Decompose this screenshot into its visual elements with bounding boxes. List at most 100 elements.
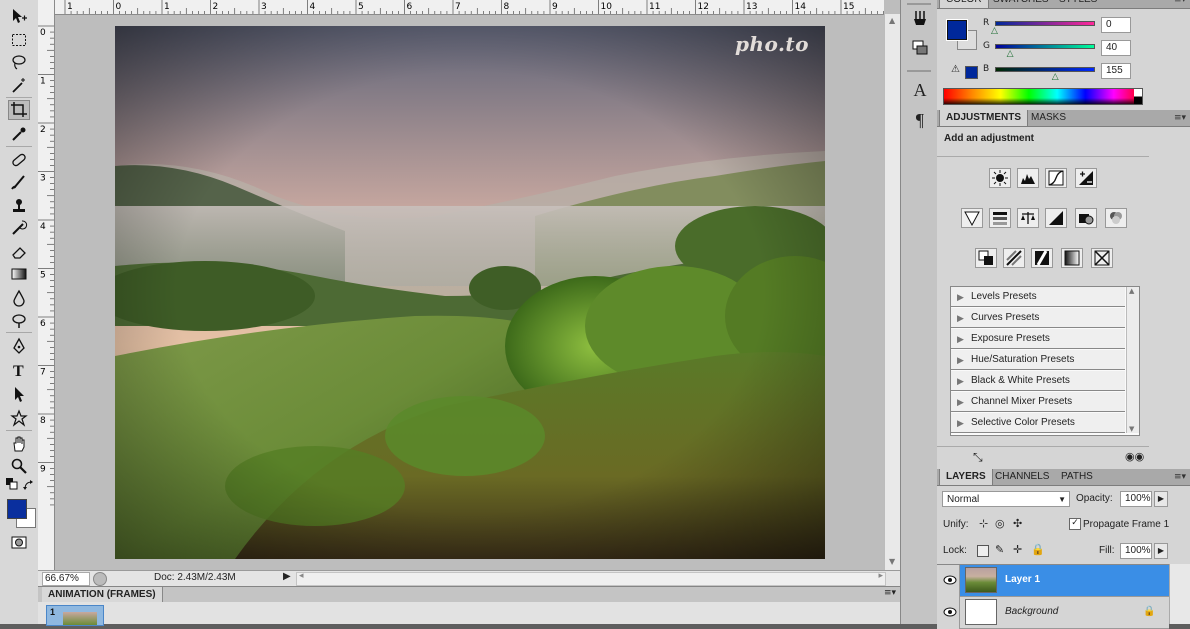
layer-row-background[interactable]: Background 🔒 xyxy=(937,597,1169,629)
character-panel-icon[interactable]: A xyxy=(909,80,931,100)
expand-triangle-icon[interactable]: ▶ xyxy=(957,329,964,349)
color-balance-icon[interactable] xyxy=(1017,208,1039,228)
tab-masks[interactable]: MASKS xyxy=(1025,110,1072,126)
tab-styles[interactable]: STYLES xyxy=(1053,0,1103,8)
expand-triangle-icon[interactable]: ▶ xyxy=(957,413,964,433)
b-slider[interactable] xyxy=(995,67,1095,72)
type-tool-icon[interactable]: T xyxy=(8,360,30,380)
exposure-icon[interactable] xyxy=(1075,168,1097,188)
swap-colors-icon[interactable] xyxy=(23,480,35,492)
expand-triangle-icon[interactable]: ▶ xyxy=(957,287,964,307)
photo-filter-icon[interactable] xyxy=(1075,208,1097,228)
color-panel-menu-icon[interactable]: ≡▾ xyxy=(1174,0,1186,5)
gamut-swatch[interactable] xyxy=(965,66,978,79)
healing-brush-tool-icon[interactable] xyxy=(8,150,30,170)
hue-saturation-icon[interactable] xyxy=(989,208,1011,228)
brightness-contrast-icon[interactable] xyxy=(989,168,1011,188)
zoom-level-field[interactable]: 66.67% xyxy=(42,572,90,586)
tab-paths[interactable]: PATHS xyxy=(1055,469,1099,485)
preset-curves[interactable]: ▶ Curves Presets xyxy=(951,308,1125,328)
lock-image-icon[interactable]: ✎ xyxy=(995,543,1004,556)
propagate-frame-checkbox[interactable]: ✓ xyxy=(1069,518,1081,530)
quick-mask-icon[interactable] xyxy=(8,532,30,552)
posterize-icon[interactable] xyxy=(1003,248,1025,268)
paragraph-panel-icon[interactable]: ¶ xyxy=(909,110,931,130)
curves-icon[interactable] xyxy=(1045,168,1067,188)
horizontal-ruler[interactable]: 1 0 1 2 3 4 5 6 7 8 9 10 11 12 13 14 15 xyxy=(55,0,884,15)
scroll-right-icon[interactable]: ▸ xyxy=(878,571,883,581)
status-info-icon[interactable] xyxy=(93,572,107,586)
tab-adjustments[interactable]: ADJUSTMENTS xyxy=(939,110,1029,126)
blur-tool-icon[interactable] xyxy=(8,288,30,308)
tab-swatches[interactable]: SWATCHES xyxy=(987,0,1055,8)
magic-wand-tool-icon[interactable] xyxy=(8,76,30,96)
layers-panel-menu-icon[interactable]: ≡▾ xyxy=(1174,472,1186,482)
hand-tool-icon[interactable] xyxy=(8,434,30,454)
invert-icon[interactable] xyxy=(975,248,997,268)
presets-scrollbar[interactable]: ▲ ▼ xyxy=(1126,287,1139,433)
fill-field[interactable]: 100% xyxy=(1120,543,1152,559)
layer-name[interactable]: Layer 1 xyxy=(1005,574,1040,585)
unify-visibility-icon[interactable]: ◎ xyxy=(995,517,1005,530)
preset-hue-saturation[interactable]: ▶ Hue/Saturation Presets xyxy=(951,350,1125,370)
preset-black-white[interactable]: ▶ Black & White Presets xyxy=(951,371,1125,391)
layers-scrollbar[interactable] xyxy=(1169,564,1190,624)
clip-to-layer-icon[interactable]: ◉◉ xyxy=(1125,450,1144,463)
canvas-image[interactable]: pho.to xyxy=(115,26,825,559)
clone-source-icon[interactable] xyxy=(909,38,931,58)
preset-levels[interactable]: ▶ Levels Presets xyxy=(951,287,1125,307)
preset-channel-mixer[interactable]: ▶ Channel Mixer Presets xyxy=(951,392,1125,412)
vertical-scrollbar[interactable]: ▲ ▼ xyxy=(884,14,901,570)
tab-channels[interactable]: CHANNELS xyxy=(989,469,1055,485)
vibrance-icon[interactable] xyxy=(961,208,983,228)
vertical-ruler[interactable]: 0 1 2 3 4 5 6 7 8 9 xyxy=(38,14,55,570)
r-slider[interactable] xyxy=(995,21,1095,26)
gamut-warning-icon[interactable]: ⚠ xyxy=(951,64,960,75)
unify-style-icon[interactable]: ✣ xyxy=(1013,517,1022,530)
b-value-field[interactable]: 155 xyxy=(1101,63,1131,79)
dodge-tool-icon[interactable] xyxy=(8,310,30,330)
gradient-tool-icon[interactable] xyxy=(8,264,30,284)
marquee-tool-icon[interactable] xyxy=(8,30,30,50)
scroll-down-icon[interactable]: ▼ xyxy=(889,557,895,566)
g-value-field[interactable]: 40 xyxy=(1101,40,1131,56)
custom-shape-tool-icon[interactable] xyxy=(8,408,30,428)
lock-transparent-icon[interactable] xyxy=(977,545,989,557)
status-menu-arrow-icon[interactable]: ▶ xyxy=(283,571,291,582)
gradient-map-icon[interactable] xyxy=(1061,248,1083,268)
eyedropper-tool-icon[interactable] xyxy=(8,124,30,144)
r-slider-thumb[interactable]: △ xyxy=(991,26,998,36)
expand-triangle-icon[interactable]: ▶ xyxy=(957,308,964,328)
tab-color[interactable]: COLOR xyxy=(939,0,989,8)
move-tool-icon[interactable] xyxy=(8,6,30,26)
fill-slider-arrow-icon[interactable]: ▶ xyxy=(1154,543,1168,559)
horizontal-scrollbar[interactable]: ◂ ▸ xyxy=(296,571,886,586)
color-foreground-swatch[interactable] xyxy=(946,19,968,41)
preset-selective-color[interactable]: ▶ Selective Color Presets xyxy=(951,413,1125,433)
default-colors-icon[interactable] xyxy=(6,478,18,490)
opacity-slider-arrow-icon[interactable]: ▶ xyxy=(1154,491,1168,507)
b-slider-thumb[interactable]: △ xyxy=(1052,72,1059,82)
expand-triangle-icon[interactable]: ▶ xyxy=(957,392,964,412)
adjustments-panel-menu-icon[interactable]: ≡▾ xyxy=(1174,113,1186,123)
animation-frame[interactable]: 1 xyxy=(46,605,104,626)
foreground-color-swatch[interactable] xyxy=(7,499,27,519)
r-value-field[interactable]: 0 xyxy=(1101,17,1131,33)
channel-mixer-icon[interactable] xyxy=(1105,208,1127,228)
black-white-icon[interactable] xyxy=(1045,208,1067,228)
pen-tool-icon[interactable] xyxy=(8,336,30,356)
scroll-left-icon[interactable]: ◂ xyxy=(299,571,304,581)
expand-view-icon[interactable]: ⤡ xyxy=(973,450,983,465)
lock-all-icon[interactable]: 🔒 xyxy=(1031,543,1045,556)
ruler-origin[interactable] xyxy=(38,0,55,15)
layer-row-layer-1[interactable]: Layer 1 xyxy=(937,565,1169,597)
history-brush-tool-icon[interactable] xyxy=(8,218,30,238)
g-slider-thumb[interactable]: △ xyxy=(1007,49,1014,59)
opacity-field[interactable]: 100% xyxy=(1120,491,1152,507)
color-spectrum-bar[interactable] xyxy=(943,88,1143,105)
brush-tool-icon[interactable] xyxy=(8,172,30,192)
scroll-up-icon[interactable]: ▲ xyxy=(889,16,895,25)
selective-color-icon[interactable] xyxy=(1091,248,1113,268)
eraser-tool-icon[interactable] xyxy=(8,242,30,262)
visibility-eye-icon[interactable] xyxy=(943,607,957,617)
